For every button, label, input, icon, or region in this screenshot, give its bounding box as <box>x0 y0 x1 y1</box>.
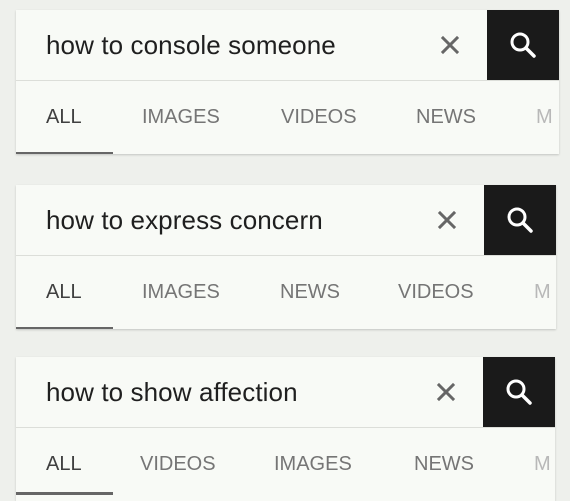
tab-news[interactable]: NEWS <box>414 453 474 476</box>
tab-videos[interactable]: VIDEOS <box>398 281 474 304</box>
tab-all[interactable]: ALL <box>46 281 82 304</box>
tab-more[interactable]: M <box>536 106 553 129</box>
clear-button[interactable] <box>433 28 467 62</box>
search-icon <box>510 32 536 58</box>
search-input[interactable]: how to express concern <box>46 205 323 236</box>
active-tab-indicator <box>16 492 113 495</box>
tab-more[interactable]: M <box>534 281 551 304</box>
close-icon <box>437 210 457 230</box>
search-icon <box>507 207 533 233</box>
search-panel-3: how to show affection ALL VIDEOS IMAGES … <box>16 357 555 501</box>
search-input[interactable]: how to show affection <box>46 377 298 408</box>
tab-images[interactable]: IMAGES <box>142 281 220 304</box>
search-input[interactable]: how to console someone <box>46 30 336 61</box>
tab-news[interactable]: NEWS <box>416 106 476 129</box>
search-tabs: ALL VIDEOS IMAGES NEWS M <box>16 428 555 501</box>
search-panel-1: how to console someone ALL IMAGES VIDEOS… <box>16 10 559 154</box>
search-button[interactable] <box>483 357 555 427</box>
clear-button[interactable] <box>430 203 464 237</box>
tab-videos[interactable]: VIDEOS <box>281 106 357 129</box>
search-icon <box>506 379 532 405</box>
search-panel-2: how to express concern ALL IMAGES NEWS V… <box>16 185 556 329</box>
search-tabs: ALL IMAGES NEWS VIDEOS M <box>16 256 556 329</box>
tab-more[interactable]: M <box>534 453 551 476</box>
tab-all[interactable]: ALL <box>46 106 82 129</box>
search-button[interactable] <box>487 10 559 80</box>
tab-videos[interactable]: VIDEOS <box>140 453 216 476</box>
clear-button[interactable] <box>429 375 463 409</box>
search-bar: how to console someone <box>16 10 559 81</box>
search-button[interactable] <box>484 185 556 255</box>
tab-news[interactable]: NEWS <box>280 281 340 304</box>
tab-all[interactable]: ALL <box>46 453 82 476</box>
active-tab-indicator <box>16 327 113 329</box>
search-tabs: ALL IMAGES VIDEOS NEWS M <box>16 81 559 154</box>
close-icon <box>440 35 460 55</box>
tab-images[interactable]: IMAGES <box>274 453 352 476</box>
active-tab-indicator <box>16 152 113 154</box>
tab-images[interactable]: IMAGES <box>142 106 220 129</box>
search-bar: how to express concern <box>16 185 556 256</box>
search-bar: how to show affection <box>16 357 555 428</box>
close-icon <box>436 382 456 402</box>
